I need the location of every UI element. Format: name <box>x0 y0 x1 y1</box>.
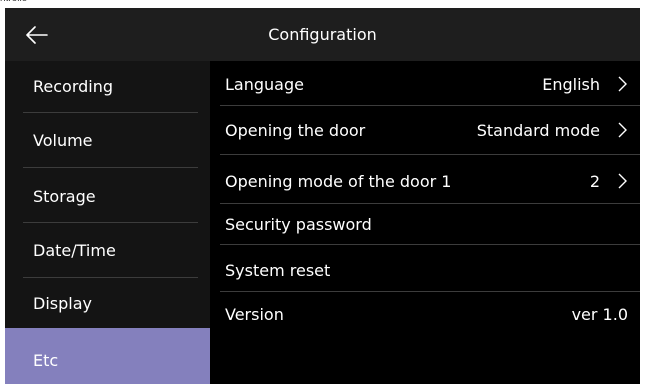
setting-row-system-reset[interactable]: System reset <box>220 245 640 292</box>
sidebar: Recording Volume Storage Date/Time Displ… <box>5 61 210 384</box>
setting-row-security-password[interactable]: Security password <box>220 204 640 245</box>
sidebar-item-storage[interactable]: Storage <box>5 168 210 223</box>
sidebar-item-label: Recording <box>33 77 114 96</box>
back-arrow-icon <box>26 26 48 44</box>
chevron-right-icon <box>618 173 627 189</box>
setting-value: English <box>542 75 600 94</box>
top-crop-strip: ntrolle <box>0 0 645 8</box>
setting-label: Language <box>225 75 304 94</box>
chevron-right-icon <box>618 76 627 92</box>
setting-label: Opening the door <box>225 121 366 140</box>
setting-row-opening-door[interactable]: Opening the door Standard mode <box>220 106 640 155</box>
setting-value: ver 1.0 <box>571 305 628 324</box>
sidebar-item-label: Display <box>33 294 92 313</box>
setting-label: Opening mode of the door 1 <box>225 172 452 191</box>
chevron-right-icon <box>618 122 627 138</box>
setting-value: 2 <box>589 172 600 191</box>
sidebar-item-label: Date/Time <box>33 241 116 260</box>
setting-row-language[interactable]: Language English <box>220 61 640 106</box>
setting-label: Security password <box>225 215 372 234</box>
setting-value: Standard mode <box>476 121 600 140</box>
sidebar-item-recording[interactable]: Recording <box>5 61 210 113</box>
sidebar-item-date-time[interactable]: Date/Time <box>5 223 210 278</box>
settings-panel: Language English Opening the door Standa… <box>210 61 640 384</box>
back-button[interactable] <box>17 18 57 52</box>
sidebar-item-volume[interactable]: Volume <box>5 113 210 168</box>
setting-row-version: Version ver 1.0 <box>220 292 640 337</box>
setting-label: System reset <box>225 261 331 280</box>
sidebar-item-label: Etc <box>33 351 59 370</box>
sidebar-item-label: Volume <box>33 131 93 150</box>
header-bar: Configuration <box>5 8 640 61</box>
sidebar-item-etc[interactable]: Etc <box>5 328 210 384</box>
setting-label: Version <box>225 305 284 324</box>
sidebar-item-display[interactable]: Display <box>5 278 210 328</box>
page-title: Configuration <box>268 25 377 44</box>
device-screen: Configuration Recording Volume Storage D… <box>5 8 640 384</box>
top-strip-text: ntrolle <box>0 0 27 4</box>
sidebar-item-label: Storage <box>33 187 96 206</box>
setting-row-opening-mode[interactable]: Opening mode of the door 1 2 <box>220 155 640 204</box>
